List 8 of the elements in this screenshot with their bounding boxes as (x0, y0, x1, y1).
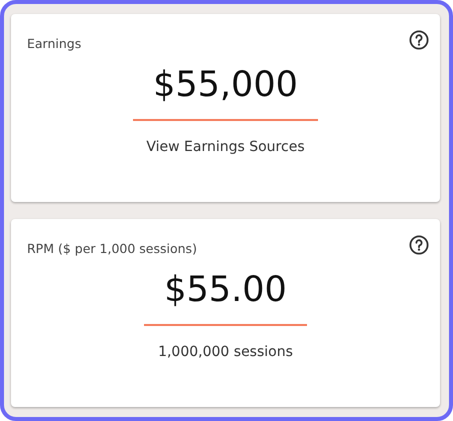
card-title: RPM ($ per 1,000 sessions) (27, 241, 197, 256)
help-icon[interactable] (409, 235, 429, 255)
metric-value: $55.00 (164, 269, 287, 312)
help-icon[interactable] (409, 30, 429, 50)
card-footer-text: View Earnings Sources (146, 139, 305, 155)
card-footer-text: 1,000,000 sessions (158, 344, 293, 360)
card-title: Earnings (27, 36, 82, 51)
metric-value: $55,000 (153, 64, 298, 107)
